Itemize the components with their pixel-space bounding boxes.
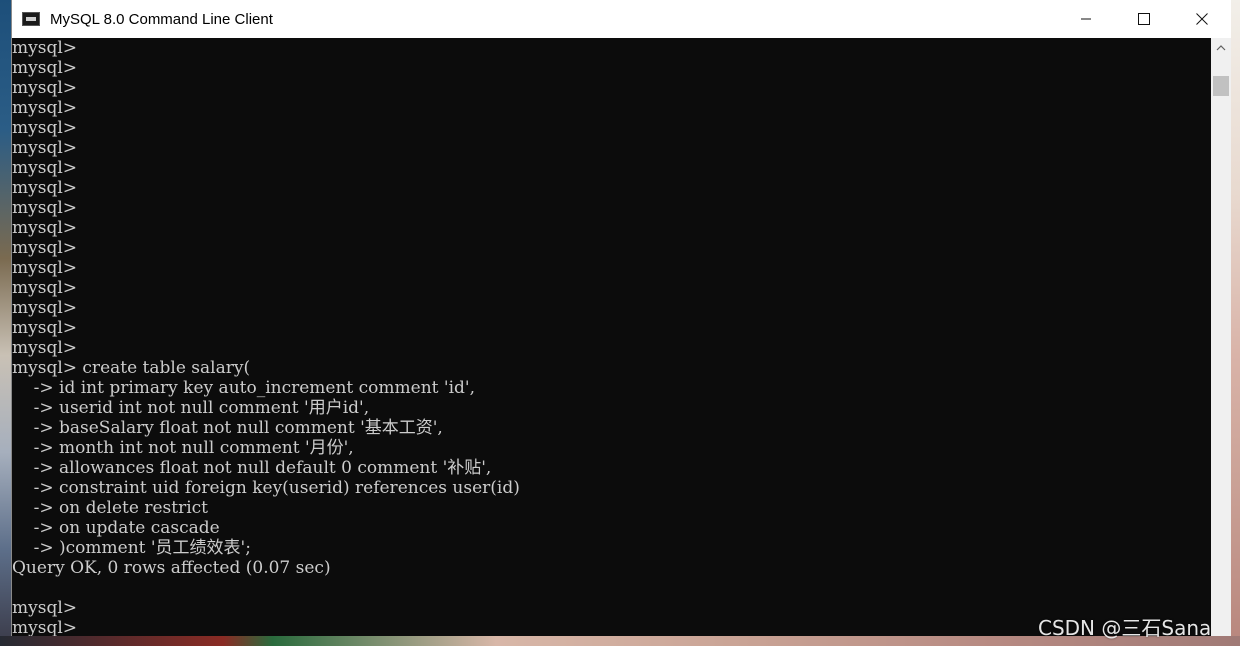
- console-lines: mysql> mysql> mysql> mysql> mysql> mysql> mysq…: [12, 38, 520, 636]
- console-line: mysql>: [12, 138, 78, 158]
- desktop-background-right: [1230, 0, 1240, 646]
- console-line: mysql>: [12, 178, 78, 198]
- maximize-icon: [1138, 13, 1150, 25]
- console-line: mysql>: [12, 218, 78, 238]
- console-line: mysql>: [12, 278, 78, 298]
- console-line: mysql> create table salary(: [12, 358, 251, 378]
- minimize-icon: [1081, 18, 1091, 20]
- console-line: mysql>: [12, 158, 78, 178]
- maximize-button[interactable]: [1115, 0, 1173, 38]
- window-title: MySQL 8.0 Command Line Client: [50, 10, 273, 28]
- chevron-up-icon: [1216, 45, 1226, 51]
- console-line: mysql>: [12, 618, 78, 636]
- console-line: -> on delete restrict: [12, 498, 208, 518]
- console-line: -> baseSalary float not null comment '基本…: [12, 418, 443, 438]
- console-line: mysql>: [12, 98, 78, 118]
- csdn-watermark: CSDN @三石Sana: [1038, 616, 1212, 640]
- close-button[interactable]: [1173, 0, 1231, 38]
- console-line: -> constraint uid foreign key(userid) re…: [12, 478, 520, 498]
- scroll-up-arrow[interactable]: [1211, 38, 1231, 58]
- console-output[interactable]: mysql> mysql> mysql> mysql> mysql> mysql> mysq…: [12, 38, 1211, 636]
- mysql-app-icon: [22, 12, 40, 26]
- title-bar[interactable]: MySQL 8.0 Command Line Client: [12, 0, 1231, 38]
- desktop-background-left: [0, 0, 11, 646]
- console-line: -> id int primary key auto_increment com…: [12, 378, 475, 398]
- console-line: -> )comment '员工绩效表';: [12, 538, 251, 558]
- console-line: mysql>: [12, 338, 78, 358]
- console-line: mysql>: [12, 38, 78, 58]
- scroll-thumb[interactable]: [1213, 76, 1229, 96]
- console-line: -> userid int not null comment '用户id',: [12, 398, 370, 418]
- console-line: -> on update cascade: [12, 518, 220, 538]
- console-line: Query OK, 0 rows affected (0.07 sec): [12, 558, 331, 578]
- console-line: mysql>: [12, 78, 78, 98]
- console-line: mysql>: [12, 238, 78, 258]
- console-line: mysql>: [12, 318, 78, 338]
- console-line: mysql>: [12, 118, 78, 138]
- vertical-scrollbar[interactable]: [1211, 38, 1231, 636]
- close-icon: [1196, 13, 1208, 25]
- minimize-button[interactable]: [1057, 0, 1115, 38]
- console-line: mysql>: [12, 598, 78, 618]
- console-line: mysql>: [12, 58, 78, 78]
- console-line: mysql>: [12, 198, 78, 218]
- console-line: mysql>: [12, 258, 78, 278]
- console-line: mysql>: [12, 298, 78, 318]
- mysql-client-window: MySQL 8.0 Command Line Client mysql>mys: [11, 0, 1231, 636]
- console-line: -> allowances float not null default 0 c…: [12, 458, 492, 478]
- console-line: -> month int not null comment '月份',: [12, 438, 354, 458]
- window-controls: [1057, 0, 1231, 38]
